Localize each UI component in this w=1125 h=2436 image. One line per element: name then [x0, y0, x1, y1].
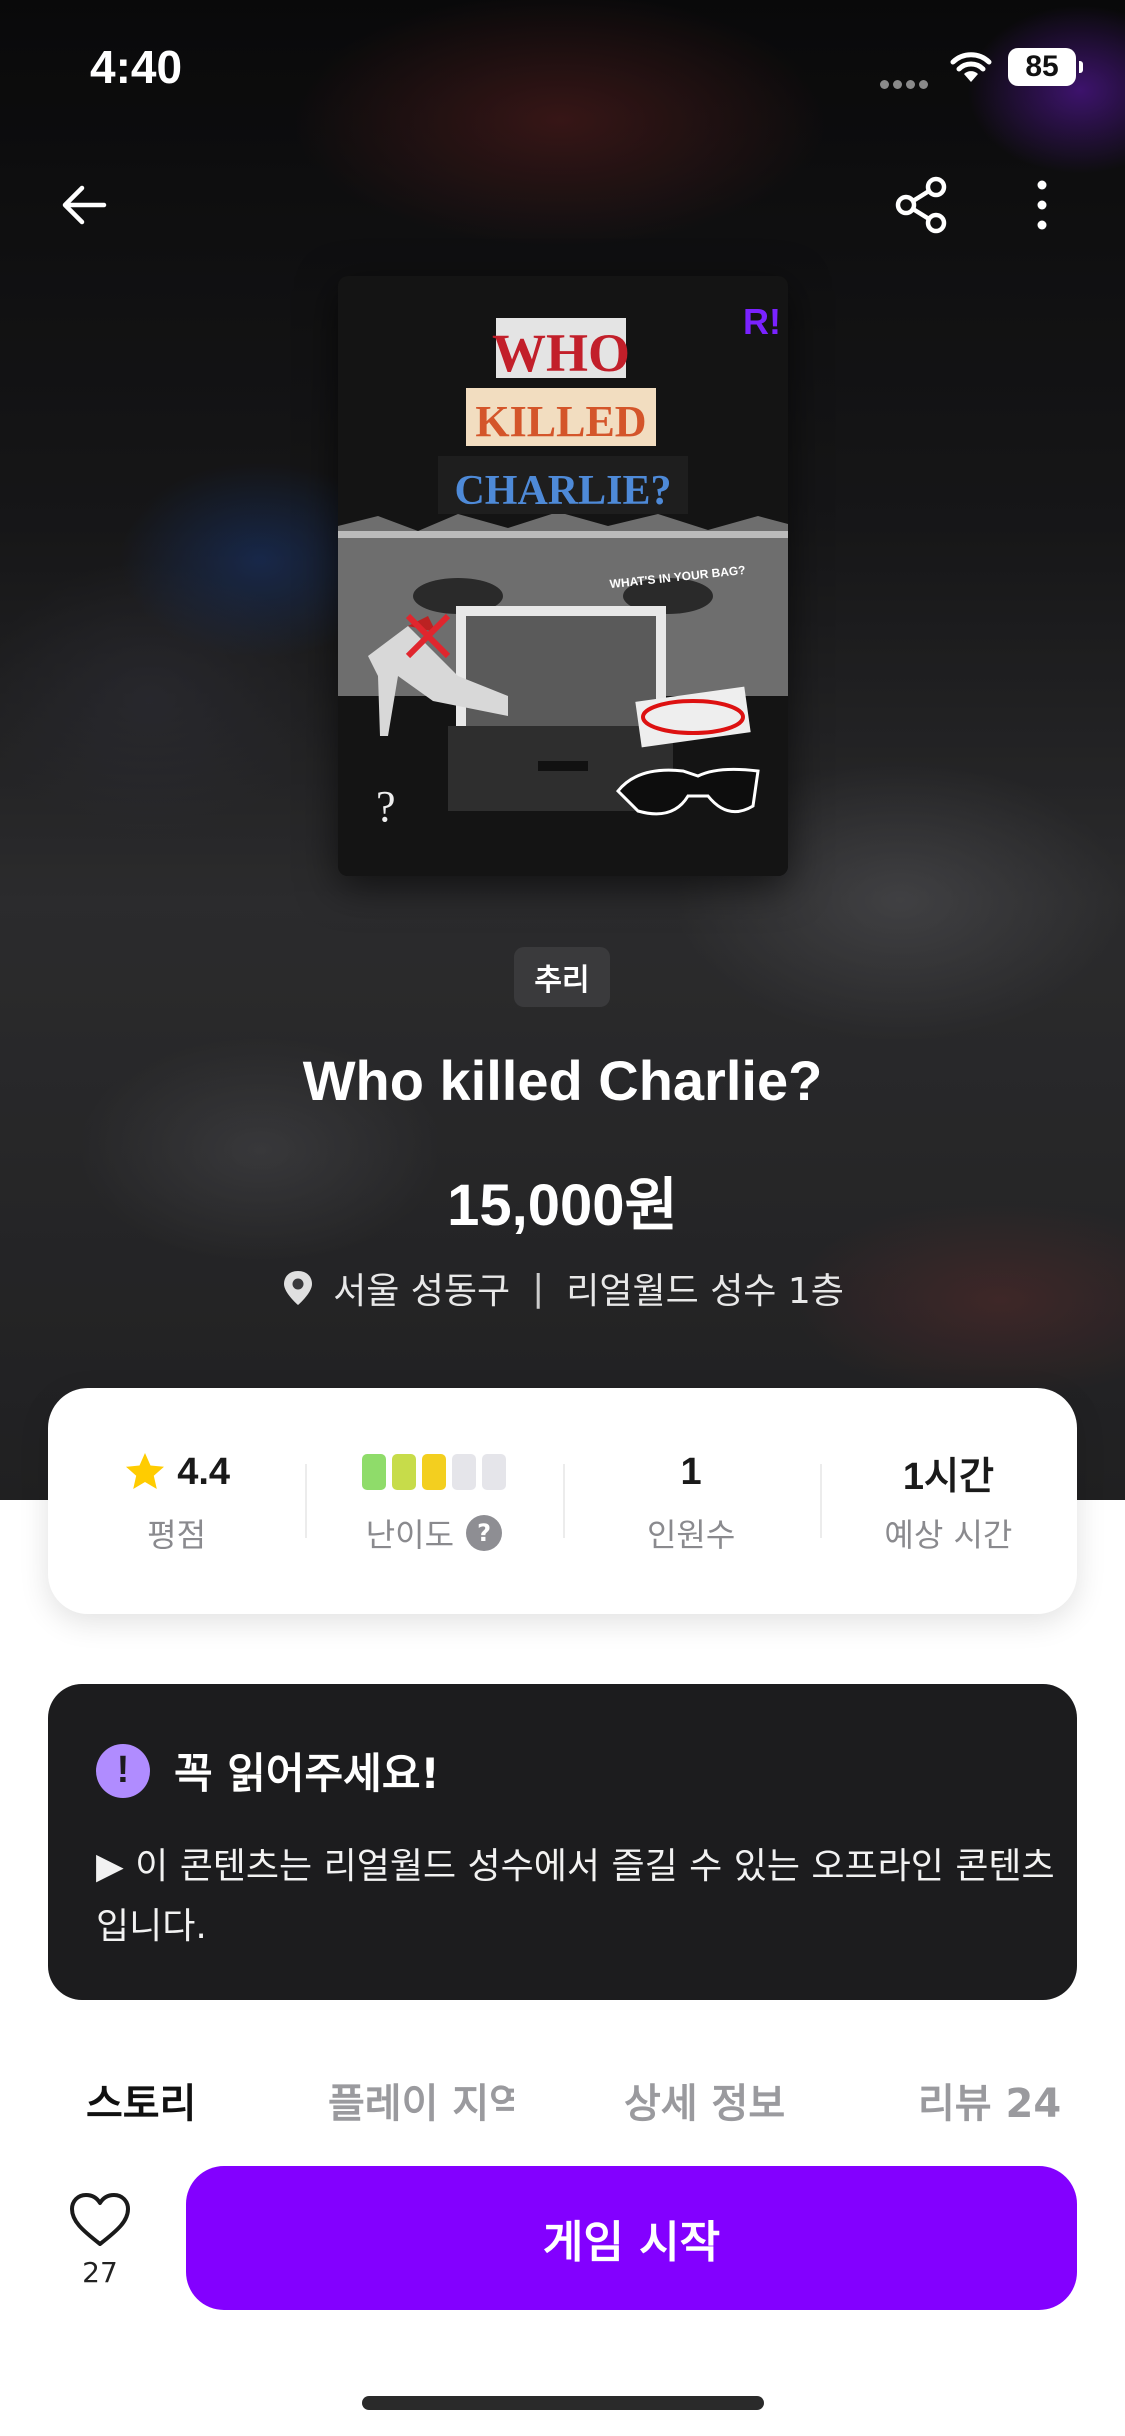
- back-button[interactable]: [44, 165, 124, 245]
- share-icon: [895, 176, 947, 234]
- tab-play-area[interactable]: 플레이 지역: [328, 2071, 514, 2129]
- duration-stat: 1시간 예상 시간: [819, 1388, 1077, 1614]
- difficulty-label: 난이도: [365, 1516, 455, 1554]
- tab-reviews[interactable]: 리뷰 24: [918, 2071, 1061, 2129]
- notice-card: ! 꼭 읽어주세요! ▶ 이 콘텐츠는 리얼월드 성수에서 즐길 수 있는 오프…: [48, 1684, 1077, 2000]
- location-row[interactable]: 서울 성동구 | 리얼월드 성수 1층: [0, 1262, 1125, 1314]
- notice-title: 꼭 읽어주세요!: [174, 1749, 440, 1798]
- svg-text:?: ?: [376, 782, 396, 831]
- wifi-icon: [948, 48, 994, 84]
- tab-details[interactable]: 상세 정보: [624, 2071, 785, 2129]
- game-poster: ? WHO KILLED CHARLIE? WHAT'S IN YOUR BAG…: [338, 276, 788, 876]
- poster-title-line3: CHARLIE?: [454, 468, 671, 514]
- exclamation-icon: !: [96, 1743, 150, 1798]
- poster-logo: R!: [743, 301, 781, 342]
- difficulty-stat: 난이도 ?: [305, 1388, 562, 1614]
- genre-badge: 추리: [514, 947, 610, 1007]
- difficulty-segment: [361, 1454, 386, 1490]
- like-count: 27: [82, 2256, 118, 2289]
- difficulty-segment: [481, 1454, 506, 1490]
- tab-story[interactable]: 스토리: [86, 2071, 196, 2129]
- game-title: Who killed Charlie?: [302, 1049, 823, 1112]
- difficulty-segment: [451, 1454, 476, 1490]
- rating-stat: 4.4 평점: [48, 1388, 305, 1614]
- difficulty-meter: [361, 1454, 506, 1490]
- location-venue: 리얼월드 성수 1층: [566, 1271, 844, 1312]
- players-stat: 1 인원수: [562, 1388, 820, 1614]
- bottom-action-bar: 27 게임 시작: [0, 2150, 1125, 2330]
- heart-icon: [70, 2193, 130, 2246]
- home-indicator: [362, 2396, 764, 2410]
- location-city: 서울 성동구: [333, 1271, 511, 1312]
- rating-value: 4.4: [177, 1450, 231, 1493]
- star-icon: [126, 1453, 165, 1489]
- detail-tabs: 스토리 플레이 지역 상세 정보 리뷰 24: [0, 2055, 1125, 2135]
- players-value: 1: [680, 1450, 702, 1493]
- status-time: 4:40: [90, 41, 183, 93]
- duration-label: 예상 시간: [884, 1516, 1013, 1554]
- more-button[interactable]: [1002, 165, 1082, 245]
- duration-value: 1시간: [902, 1455, 994, 1498]
- like-button[interactable]: 27: [60, 2192, 140, 2312]
- arrow-left-icon: [62, 185, 107, 225]
- game-info-card: 4.4 평점 난이도 ? 1 인원수 1시간 예상 시간: [48, 1388, 1077, 1614]
- share-button[interactable]: [882, 165, 962, 245]
- poster-title-line2: KILLED: [475, 397, 646, 446]
- difficulty-segment: [391, 1454, 416, 1490]
- battery-icon: 85: [1008, 48, 1083, 86]
- start-game-button[interactable]: 게임 시작: [186, 2166, 1077, 2310]
- help-icon[interactable]: ?: [466, 1515, 503, 1551]
- rating-label: 평점: [147, 1516, 207, 1554]
- more-vertical-icon: [1037, 180, 1047, 230]
- difficulty-segment: [421, 1454, 446, 1490]
- location-pin-icon: [284, 1271, 313, 1305]
- poster-title-line1: WHO: [492, 323, 630, 383]
- cellular-signal-icon: [880, 74, 936, 89]
- notice-body: ▶ 이 콘텐츠는 리얼월드 성수에서 즐길 수 있는 오프라인 콘텐츠입니다.: [96, 1846, 1055, 1947]
- location-separator: |: [532, 1267, 545, 1309]
- game-price: 15,000원: [447, 1173, 678, 1238]
- status-bar: 4:40 85: [0, 0, 1125, 140]
- players-label: 인원수: [646, 1516, 736, 1554]
